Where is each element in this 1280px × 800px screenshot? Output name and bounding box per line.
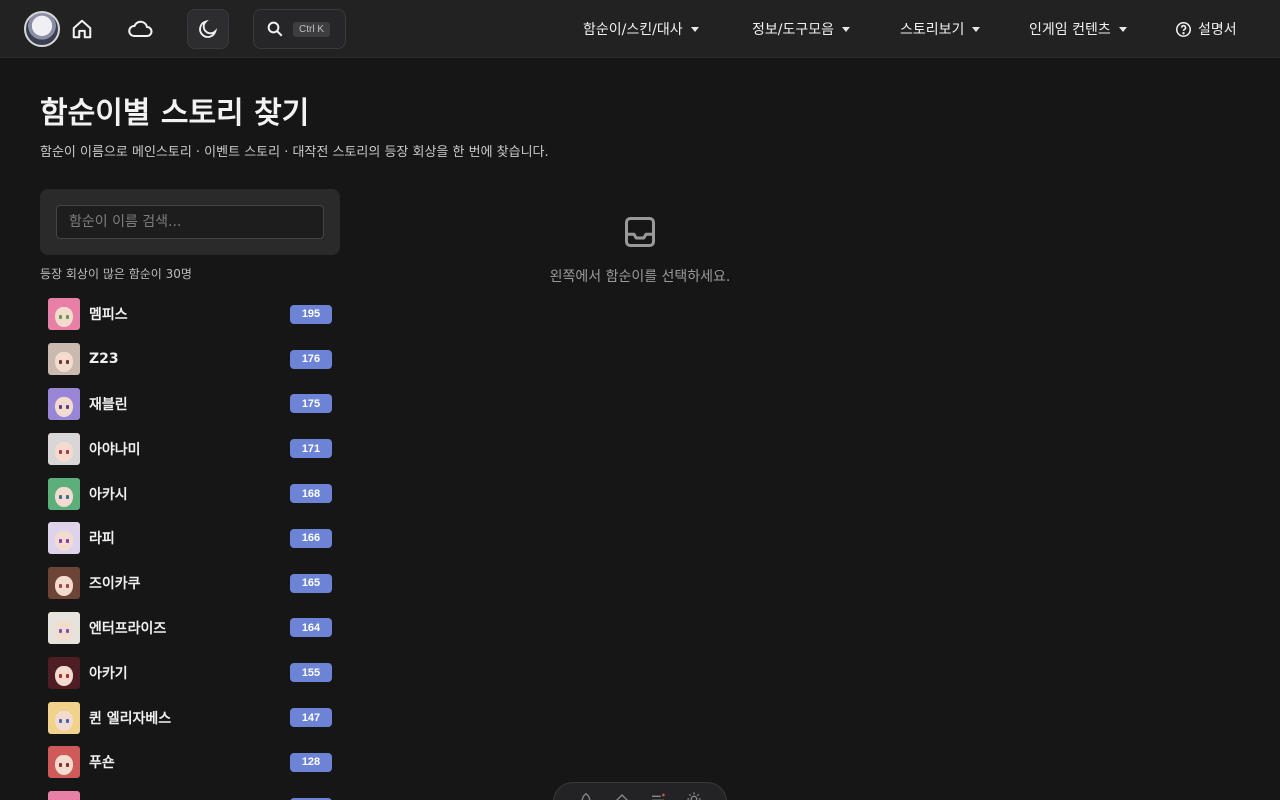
- appearance-count-badge: 195: [290, 304, 332, 324]
- lines-icon[interactable]: [650, 791, 666, 800]
- menu-info-label: 정보/도구모음: [752, 22, 834, 38]
- inbox-icon: [625, 217, 655, 247]
- chevron-down-icon: [972, 26, 981, 32]
- ship-name: 즈이카쿠: [89, 576, 141, 593]
- home-icon[interactable]: [67, 13, 97, 45]
- appearance-count-badge: 147: [290, 708, 332, 728]
- ship-name: 퀸 엘리자베스: [89, 710, 172, 727]
- appearance-count-badge: 165: [290, 573, 332, 593]
- eraser-icon[interactable]: [614, 791, 630, 800]
- ship-avatar: [48, 746, 80, 779]
- appearance-count-badge: 171: [290, 439, 332, 459]
- ship-avatar: [48, 791, 80, 800]
- menu-ingame-label: 인게임 컨텐츠: [1029, 22, 1111, 38]
- ship-name: 아카시: [89, 486, 128, 503]
- pen-icon[interactable]: [578, 791, 594, 800]
- menu-ships[interactable]: 함순이/스킨/대사: [583, 19, 699, 39]
- ship-name: 푸숀: [89, 755, 115, 772]
- ship-avatar: [48, 611, 80, 644]
- ship-avatar: [48, 343, 80, 376]
- ship-list-item[interactable]: 재블린 175: [40, 382, 340, 427]
- menu-help-label: 설명서: [1198, 22, 1237, 38]
- ship-avatar: [48, 701, 80, 734]
- floating-toolbar: [553, 782, 727, 800]
- ship-avatar: [48, 298, 80, 331]
- ship-avatar: [48, 432, 80, 465]
- appearance-count-badge: 168: [290, 484, 332, 504]
- ship-name: 재블린: [89, 396, 128, 413]
- page-subtitle: 함순이 이름으로 메인스토리 · 이벤트 스토리 · 대작전 스토리의 등장 회…: [40, 145, 549, 160]
- ship-list-item[interactable]: 즈이카쿠 165: [40, 561, 340, 606]
- page-title: 함순이별 스토리 찾기: [40, 96, 310, 131]
- ship-name: 엔터프라이즈: [89, 620, 167, 637]
- ship-avatar: [48, 522, 80, 555]
- appearance-count-badge: 166: [290, 528, 332, 548]
- top-navbar: Ctrl K 함순이/스킨/대사 정보/도구모음 스토리보기 인게임 컨텐츠 설…: [0, 0, 1280, 58]
- site-logo[interactable]: [24, 11, 60, 47]
- appearance-count-badge: 164: [290, 618, 332, 638]
- ship-list-item[interactable]: Z23 176: [40, 337, 340, 382]
- appearance-count-badge: 176: [290, 349, 332, 369]
- ship-avatar: [48, 387, 80, 420]
- ship-list-item[interactable]: 아야나미 171: [40, 426, 340, 471]
- menu-story[interactable]: 스토리보기: [900, 19, 981, 39]
- ship-name: 아카기: [89, 665, 128, 682]
- search-icon: [267, 21, 283, 37]
- menu-ships-label: 함순이/스킨/대사: [583, 22, 683, 38]
- search-panel: [40, 189, 340, 255]
- ship-list-item[interactable]: 푸숀 128: [40, 740, 340, 785]
- ship-list: 멤피스 195 Z23 176 재블린 175 아야나미 171 아카시 168 라피 166 즈이카쿠…: [40, 292, 340, 800]
- list-caption: 등장 회상이 많은 함순이 30명: [40, 267, 192, 281]
- gear-icon[interactable]: [686, 791, 702, 800]
- ship-name: Z23: [89, 351, 119, 368]
- ship-name: 멤피스: [89, 307, 128, 324]
- shortcut-hint: Ctrl K: [293, 21, 330, 37]
- appearance-count-badge: 155: [290, 663, 332, 683]
- chevron-down-icon: [690, 26, 699, 32]
- ship-list-item[interactable]: 라피 166: [40, 516, 340, 561]
- help-circle-icon: [1175, 21, 1192, 37]
- menu-story-label: 스토리보기: [900, 22, 965, 38]
- appearance-count-badge: 175: [290, 394, 332, 414]
- chevron-down-icon: [842, 26, 850, 32]
- ship-avatar: [48, 477, 80, 510]
- search-button[interactable]: Ctrl K: [253, 9, 346, 49]
- ship-name: 아야나미: [89, 441, 141, 458]
- ship-list-item[interactable]: [40, 785, 340, 800]
- menu-info[interactable]: 정보/도구모음: [752, 19, 850, 39]
- empty-state-message: 왼쪽에서 함순이를 선택하세요.: [549, 269, 731, 285]
- chevron-down-icon: [1118, 26, 1127, 32]
- ship-list-item[interactable]: 아카기 155: [40, 650, 340, 695]
- menu-help[interactable]: 설명서: [1175, 19, 1237, 39]
- cloud-icon[interactable]: [125, 13, 155, 45]
- ship-avatar: [48, 656, 80, 689]
- ship-search-input[interactable]: [56, 205, 324, 239]
- ship-list-item[interactable]: 퀸 엘리자베스 147: [40, 695, 340, 740]
- ship-avatar: [48, 567, 80, 600]
- empty-state: 왼쪽에서 함순이를 선택하세요.: [480, 214, 800, 286]
- appearance-count-badge: 128: [290, 752, 332, 772]
- moon-icon: [199, 19, 218, 38]
- theme-toggle-button[interactable]: [187, 9, 229, 49]
- menu-ingame[interactable]: 인게임 컨텐츠: [1029, 19, 1127, 39]
- ship-list-item[interactable]: 멤피스 195: [40, 292, 340, 337]
- ship-name: 라피: [89, 531, 115, 548]
- ship-list-item[interactable]: 아카시 168: [40, 471, 340, 516]
- ship-list-item[interactable]: 엔터프라이즈 164: [40, 606, 340, 651]
